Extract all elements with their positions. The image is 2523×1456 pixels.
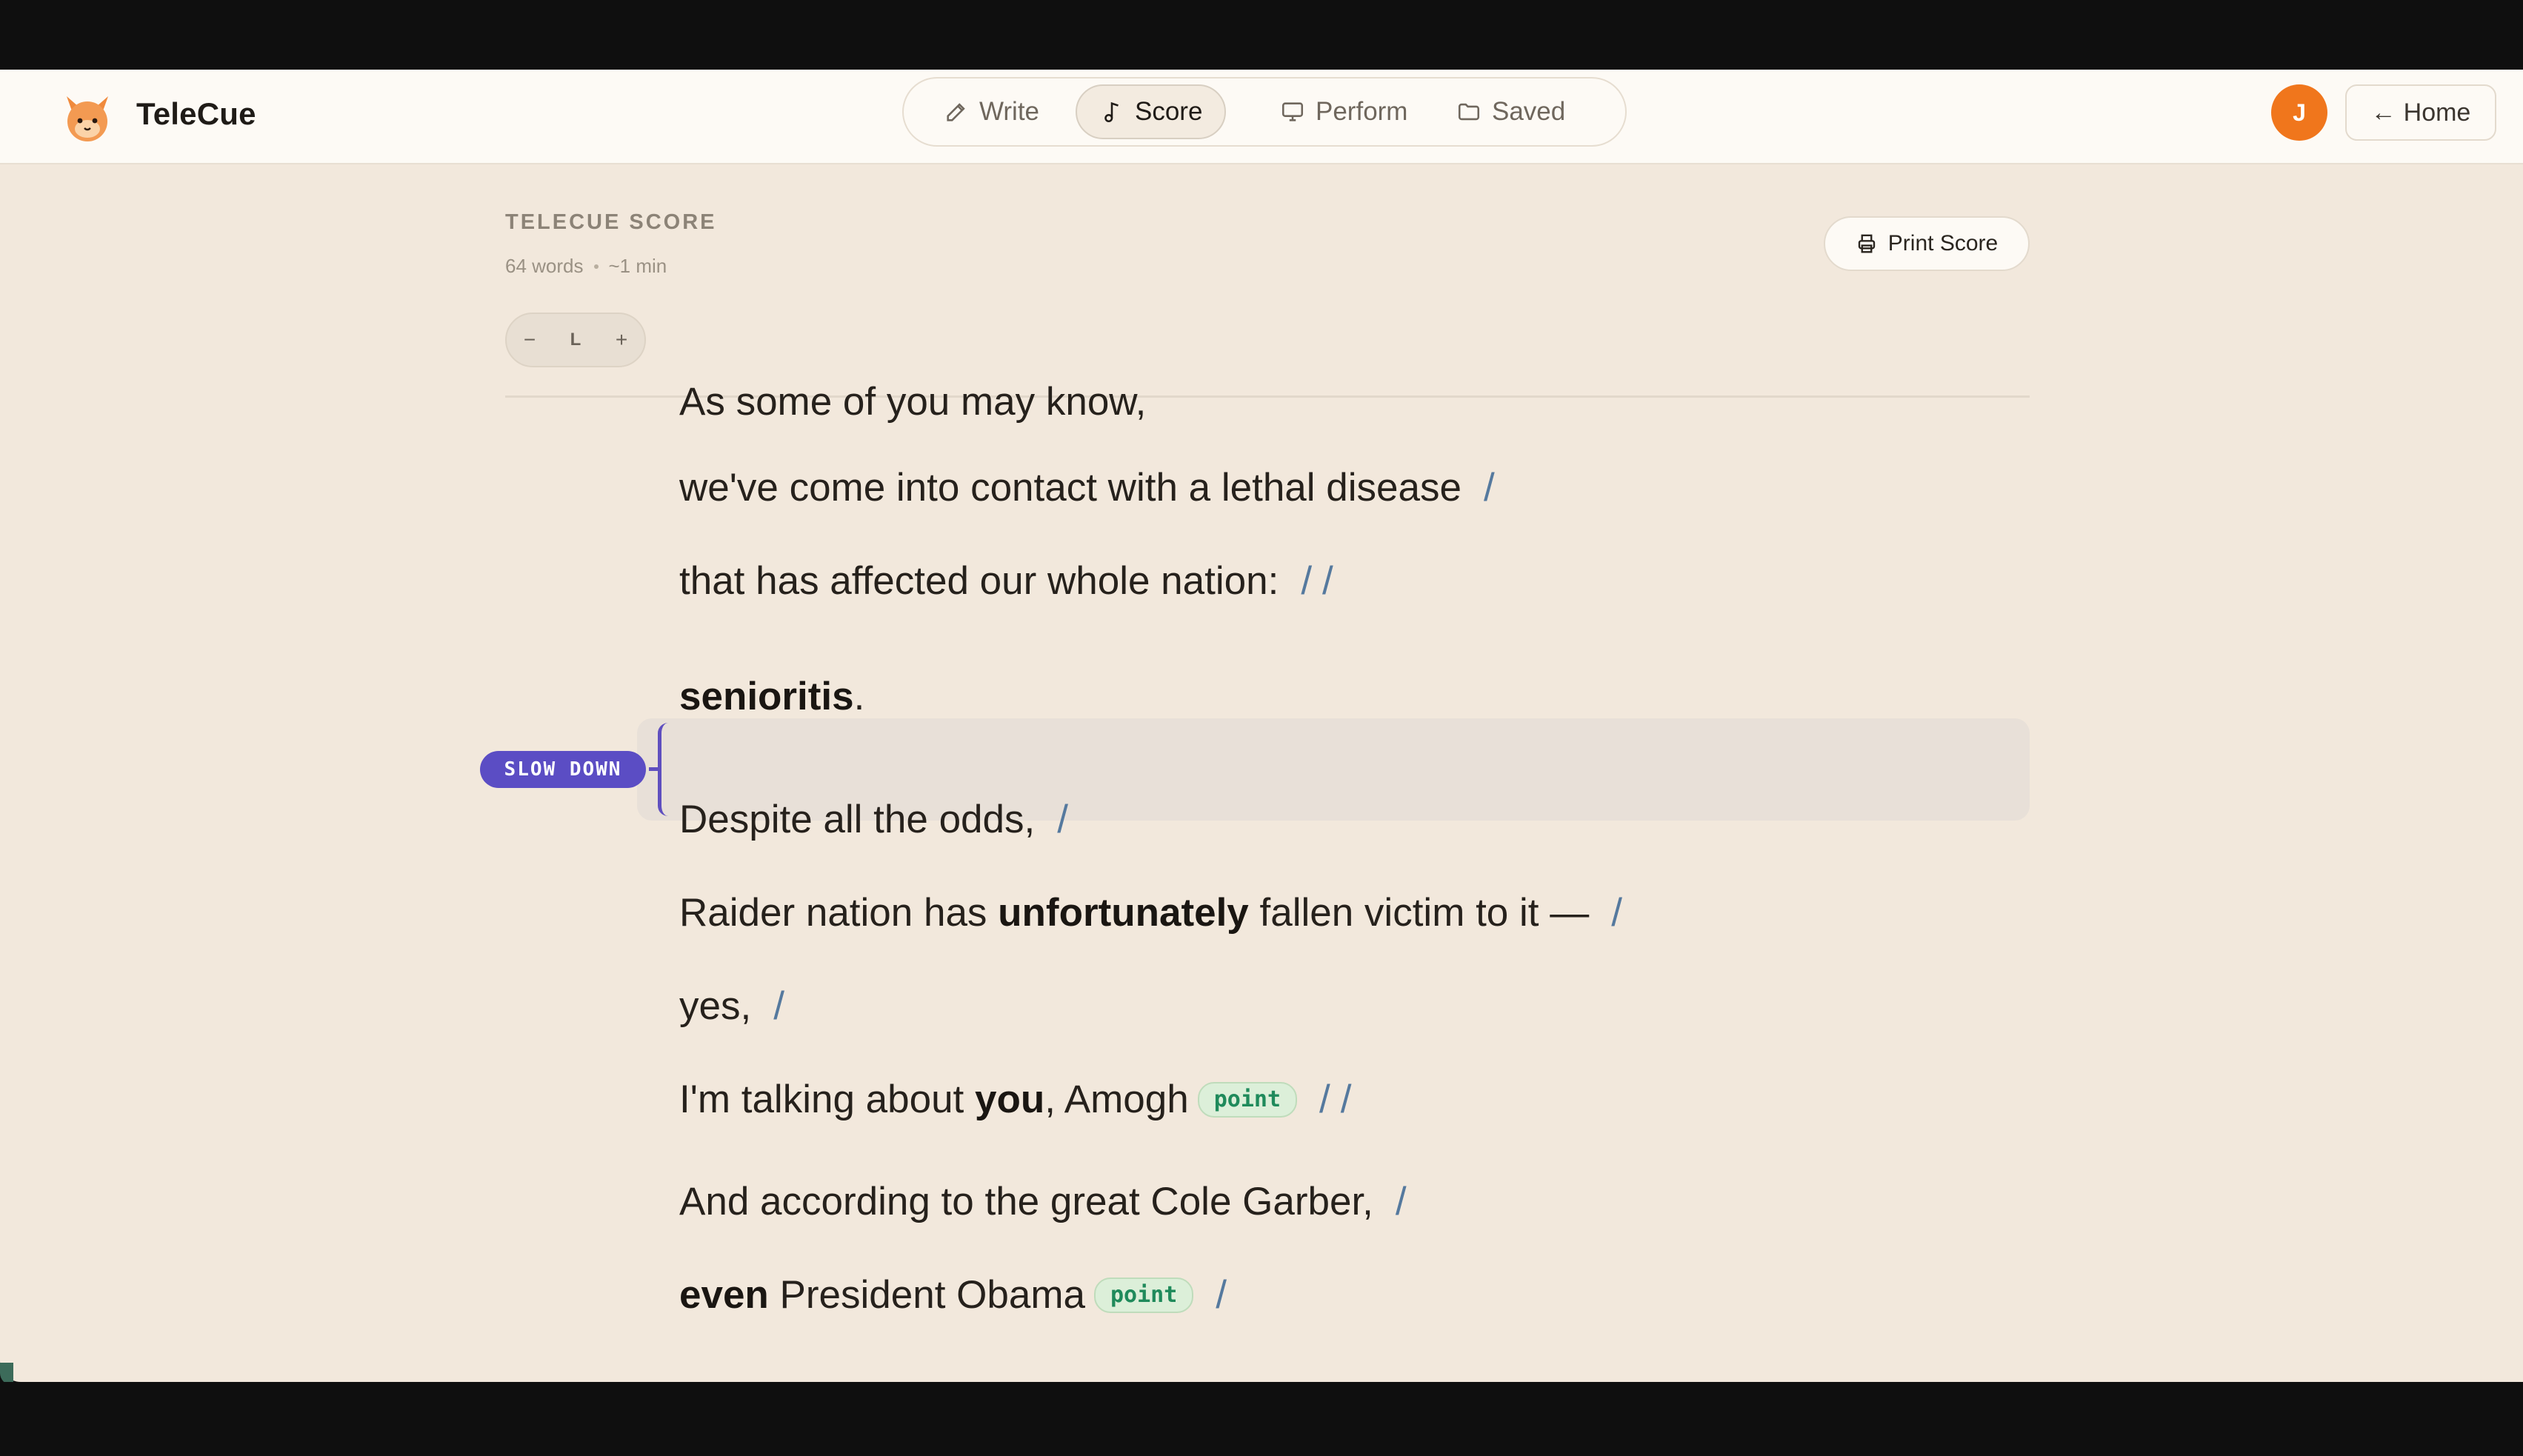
arrow-left-icon: ← [2370,98,2396,127]
cue-bracket-tick [649,767,661,771]
tab-write[interactable]: Write [921,84,1061,139]
script-line: that has affected our whole nation: // [679,558,1344,604]
duration: ~1 min [608,255,667,277]
score-meta: 64 words ~1 min [505,255,667,278]
tab-saved[interactable]: Saved [1434,84,1587,139]
script-line: yes, / [679,984,795,1029]
emphasized-word: even [679,1273,769,1317]
script-text: Despite all the odds, [679,798,1036,841]
pencil-icon [947,103,965,121]
script-text: Raider nation has [679,891,999,935]
script-line: senioritis. [679,674,864,719]
increase-size-button[interactable]: + [607,328,636,352]
gesture-chip[interactable]: point [1197,1081,1298,1118]
script-text: we've come into contact with a lethal di… [679,466,1462,510]
script-text: fallen victim to it — [1248,891,1590,935]
app-window: TeleCue Write Score Perform Saved J ← Ho… [0,70,2523,1382]
script-line: I'm talking about you, Amogh point // [679,1077,1362,1122]
home-button[interactable]: ← Home [2345,84,2496,141]
print-score-button[interactable]: Print Score [1824,216,2030,271]
tab-perform-label: Perform [1316,97,1408,126]
decrease-size-button[interactable]: − [515,328,544,352]
script-text: , Amogh [1044,1078,1189,1121]
emphasized-word: senioritis [679,675,854,718]
script-text: yes, [679,984,752,1028]
pause-mark: / [1216,1273,1238,1317]
pause-mark: / [1611,891,1633,935]
fox-logo-icon [67,96,108,141]
score-kicker: TELECUE SCORE [505,210,717,234]
size-label: L [570,330,581,350]
script-line: As some of you may know, [679,379,1146,424]
pause-mark: // [1301,559,1344,603]
script-line: And according to the great Cole Garber, / [679,1179,1417,1224]
tab-score-label: Score [1135,97,1203,126]
monitor-icon [1282,102,1304,121]
screen-bottom-bezel [0,1382,2523,1456]
tab-perform[interactable]: Perform [1258,84,1430,139]
tab-write-label: Write [979,97,1040,126]
word-count: 64 words [505,255,584,277]
main-nav: Write Score Perform Saved [902,77,1627,147]
printer-icon [1858,234,1875,253]
script-text: . [853,675,865,718]
script-text: And according to the great Cole Garber, [679,1180,1373,1223]
script-line: Despite all the odds, / [679,797,1079,842]
script-text: As some of you may know, [679,380,1147,424]
script-line: Raider nation has unfortunately fallen v… [679,890,1633,935]
pause-mark: // [1319,1078,1362,1121]
emphasized-word: you [975,1078,1045,1121]
print-score-label: Print Score [1887,231,1999,256]
score-heading: TELECUE SCORE [505,210,717,235]
emphasized-word: unfortunately [998,891,1249,935]
tab-score[interactable]: Score [1076,84,1227,139]
text-size-control: − L + [505,313,646,367]
slow-down-cue-badge[interactable]: SLOW DOWN [480,751,646,788]
pause-mark: / [1395,1180,1417,1223]
pause-mark: / [773,984,795,1028]
script-text: President Obama [768,1273,1085,1317]
script-text: I'm talking about [679,1078,976,1121]
tab-saved-label: Saved [1492,97,1566,126]
music-note-icon [1104,101,1119,123]
gesture-chip[interactable]: point [1093,1277,1194,1313]
script-line: even President Obama point / [679,1272,1237,1318]
script-line: we've come into contact with a lethal di… [679,465,1505,510]
meta-separator-dot [593,264,599,269]
script-text: that has affected our whole nation: [679,559,1279,603]
user-avatar[interactable]: J [2271,84,2327,141]
pause-mark: / [1057,798,1079,841]
top-bar: TeleCue Write Score Perform Saved J ← Ho… [0,70,2523,164]
folder-icon [1458,103,1480,121]
pause-mark: / [1483,466,1505,510]
app-title: TeleCue [136,96,256,131]
home-button-label: Home [2403,98,2471,127]
